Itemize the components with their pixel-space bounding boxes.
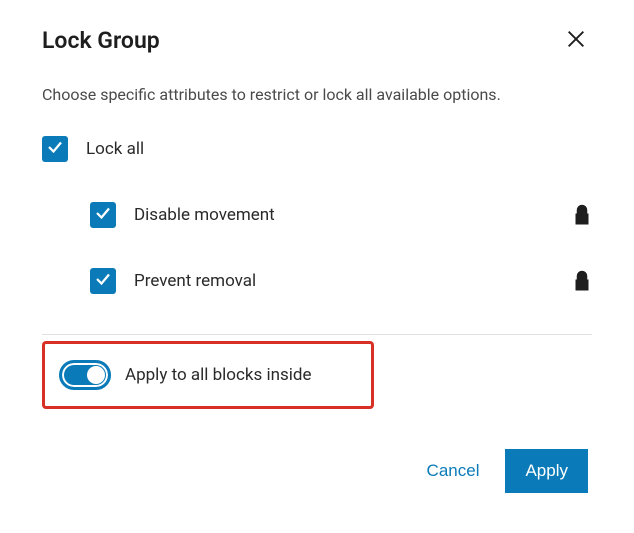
apply-inside-section: Apply to all blocks inside: [42, 341, 374, 409]
toggle-knob: [87, 366, 105, 384]
checkmark-icon: [46, 138, 64, 160]
modal-header: Lock Group: [42, 24, 592, 56]
apply-inside-toggle[interactable]: [59, 360, 111, 390]
modal-description: Choose specific attributes to restrict o…: [42, 84, 592, 106]
divider: [42, 334, 592, 335]
disable-movement-label: Disable movement: [134, 205, 572, 225]
modal-title: Lock Group: [42, 27, 160, 54]
checkmark-icon: [94, 270, 112, 292]
option-lock-all: Lock all: [42, 136, 592, 162]
prevent-removal-label: Prevent removal: [134, 271, 572, 291]
prevent-removal-checkbox[interactable]: [90, 268, 116, 294]
lock-icon: [572, 203, 592, 227]
close-icon: [565, 28, 587, 53]
option-prevent-removal: Prevent removal: [42, 268, 592, 294]
checkmark-icon: [94, 204, 112, 226]
cancel-button[interactable]: Cancel: [421, 453, 486, 489]
disable-movement-checkbox[interactable]: [90, 202, 116, 228]
lock-group-modal: Lock Group Choose specific attributes to…: [0, 0, 634, 517]
option-disable-movement: Disable movement: [42, 202, 592, 228]
apply-inside-label: Apply to all blocks inside: [125, 365, 312, 385]
lock-all-label: Lock all: [86, 139, 592, 159]
lock-all-checkbox[interactable]: [42, 136, 68, 162]
modal-footer: Cancel Apply: [42, 449, 592, 493]
close-button[interactable]: [560, 24, 592, 56]
apply-button[interactable]: Apply: [505, 449, 588, 493]
lock-icon: [572, 269, 592, 293]
